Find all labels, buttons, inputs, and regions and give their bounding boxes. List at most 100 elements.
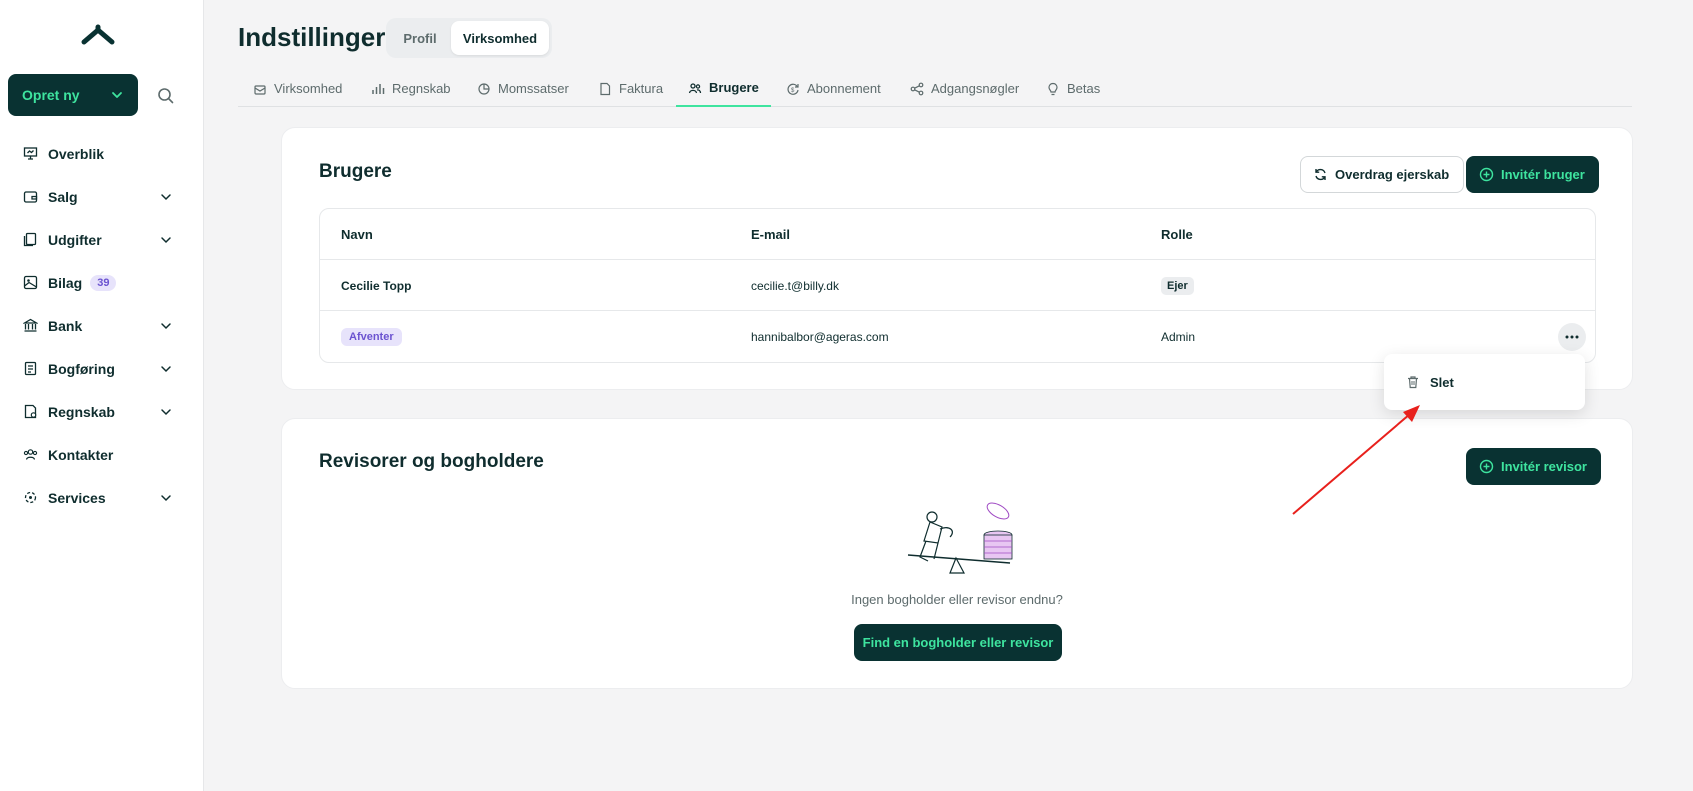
refresh-icon bbox=[1315, 168, 1326, 181]
invite-accountant-label: Invitér revisor bbox=[1501, 459, 1587, 474]
chevron-down-icon bbox=[112, 92, 122, 98]
chevron-down-icon bbox=[161, 409, 171, 416]
tab-brugere[interactable]: Brugere bbox=[676, 70, 771, 107]
tab-label: Momssatser bbox=[498, 81, 569, 96]
delete-menu-label: Slet bbox=[1430, 374, 1454, 390]
tab-label: Betas bbox=[1067, 81, 1101, 96]
plus-circle-icon bbox=[1479, 459, 1494, 474]
trash-icon bbox=[1408, 376, 1418, 389]
create-new-button[interactable]: Opret ny bbox=[8, 74, 138, 116]
sidebar-item-label: Regnskab bbox=[48, 403, 115, 420]
sidebar-item-label: Bogføring bbox=[48, 360, 115, 377]
presentation-icon bbox=[23, 147, 38, 160]
tab-label: Virksomhed bbox=[274, 81, 343, 96]
sidebar-item-label: Kontakter bbox=[48, 446, 114, 463]
tab-faktura[interactable]: Faktura bbox=[598, 70, 663, 107]
sidebar-item-bank[interactable]: Bank bbox=[0, 304, 204, 347]
column-header-role: Rolle bbox=[1161, 227, 1193, 242]
bank-icon bbox=[23, 318, 38, 332]
contacts-icon bbox=[23, 449, 38, 460]
chevron-down-icon bbox=[161, 323, 171, 330]
report-icon bbox=[24, 404, 37, 419]
wallet-icon bbox=[23, 191, 38, 203]
column-header-name: Navn bbox=[341, 227, 373, 242]
tab-regnskab[interactable]: Regnskab bbox=[371, 70, 451, 107]
sidebar-item-regnskab[interactable]: Regnskab bbox=[0, 390, 204, 433]
chevron-down-icon bbox=[161, 495, 171, 502]
row-actions-menu: Slet bbox=[1384, 354, 1585, 410]
user-email: hannibalbor@ageras.com bbox=[751, 329, 889, 344]
table-header-row: Navn E-mail Rolle bbox=[320, 209, 1595, 260]
sidebar-item-services[interactable]: Services bbox=[0, 476, 204, 519]
sidebar-item-label: Bilag bbox=[48, 274, 83, 291]
bilag-count-badge: 39 bbox=[90, 274, 117, 291]
sidebar-item-label: Udgifter bbox=[48, 231, 102, 248]
sidebar-item-kontakter[interactable]: Kontakter bbox=[0, 433, 204, 476]
column-header-email: E-mail bbox=[751, 227, 791, 242]
share-icon bbox=[910, 82, 924, 95]
tab-label: Adgangsnøgler bbox=[931, 81, 1020, 96]
users-icon bbox=[688, 82, 702, 93]
sidebar-item-label: Overblik bbox=[48, 145, 105, 162]
users-card-title: Brugere bbox=[319, 161, 392, 182]
segment-profil[interactable]: Profil bbox=[389, 21, 451, 55]
user-role: Ejer bbox=[1161, 260, 1194, 311]
segment-virksomhed[interactable]: Virksomhed bbox=[451, 21, 549, 55]
find-accountant-button[interactable]: Find en bogholder eller revisor bbox=[854, 624, 1062, 661]
pie-chart-icon bbox=[478, 82, 490, 95]
building-icon bbox=[254, 84, 266, 95]
role-badge: Ejer bbox=[1161, 276, 1194, 295]
invite-user-button[interactable]: Invitér bruger bbox=[1466, 156, 1599, 193]
tab-label: Faktura bbox=[619, 81, 664, 96]
tab-betas[interactable]: Betas bbox=[1046, 70, 1100, 107]
settings-tabs: Virksomhed Regnskab Momssatser Faktura B… bbox=[238, 70, 1632, 107]
sidebar-item-bilag[interactable]: Bilag 39 bbox=[0, 261, 204, 304]
lightbulb-icon bbox=[1048, 82, 1058, 95]
settings-scope-toggle: Profil Virksomhed bbox=[386, 18, 552, 58]
plus-circle-icon bbox=[1479, 167, 1494, 182]
sidebar-item-label: Salg bbox=[48, 188, 78, 205]
more-horizontal-icon bbox=[1565, 335, 1579, 339]
sidebar-item-label: Bank bbox=[48, 317, 83, 334]
page-title: Indstillinger bbox=[238, 22, 386, 52]
chevron-down-icon bbox=[161, 366, 171, 373]
empty-state-text: Ingen bogholder eller revisor endnu? bbox=[851, 592, 1063, 607]
tab-label: Brugere bbox=[709, 80, 759, 95]
subscription-icon: $ bbox=[787, 83, 799, 95]
sidebar-item-udgifter[interactable]: Udgifter bbox=[0, 218, 204, 261]
accountants-card-title: Revisorer og bogholdere bbox=[319, 451, 544, 472]
sidebar-nav: Overblik Salg Udgifter Bilag 39 Bank Bog… bbox=[0, 132, 204, 519]
user-name: Cecilie Topp bbox=[341, 278, 412, 293]
svg-text:$: $ bbox=[791, 88, 795, 94]
user-email: cecilie.t@billy.dk bbox=[751, 278, 839, 293]
tab-virksomhed[interactable]: Virksomhed bbox=[253, 70, 342, 107]
row-actions-button[interactable] bbox=[1558, 323, 1586, 351]
sidebar-item-salg[interactable]: Salg bbox=[0, 175, 204, 218]
tab-label: Regnskab bbox=[392, 81, 451, 96]
billy-logo[interactable] bbox=[80, 24, 116, 48]
tab-abonnement[interactable]: $ Abonnement bbox=[786, 70, 881, 107]
sidebar-item-overblik[interactable]: Overblik bbox=[0, 132, 204, 175]
seesaw-illustration bbox=[907, 502, 1013, 574]
sidebar-item-bogforing[interactable]: Bogføring bbox=[0, 347, 204, 390]
accountants-card: Revisorer og bogholdere Invitér revisor … bbox=[281, 418, 1633, 689]
tab-adgangsnogler[interactable]: Adgangsnøgler bbox=[910, 70, 1019, 107]
transfer-ownership-label: Overdrag ejerskab bbox=[1335, 167, 1450, 182]
chevron-down-icon bbox=[161, 194, 171, 201]
invite-accountant-button[interactable]: Invitér revisor bbox=[1466, 448, 1601, 485]
image-icon bbox=[23, 275, 38, 290]
search-icon[interactable] bbox=[156, 86, 176, 106]
document-icon bbox=[600, 82, 611, 95]
tab-label: Abonnement bbox=[807, 81, 881, 96]
tab-momssatser[interactable]: Momssatser bbox=[477, 70, 569, 107]
transfer-ownership-button[interactable]: Overdrag ejerskab bbox=[1300, 156, 1465, 193]
delete-menu-item[interactable]: Slet bbox=[1384, 354, 1585, 410]
ledger-icon bbox=[24, 361, 37, 376]
invite-user-label: Invitér bruger bbox=[1501, 167, 1585, 182]
sidebar: Opret ny Overblik Salg Udgifter Bilag 39 bbox=[0, 0, 204, 791]
bar-chart-icon bbox=[372, 83, 385, 94]
pending-status-badge: Afventer bbox=[341, 327, 402, 346]
create-new-label: Opret ny bbox=[22, 87, 80, 103]
table-row[interactable]: Cecilie Topp cecilie.t@billy.dk Ejer bbox=[320, 260, 1595, 311]
documents-icon bbox=[23, 232, 37, 247]
